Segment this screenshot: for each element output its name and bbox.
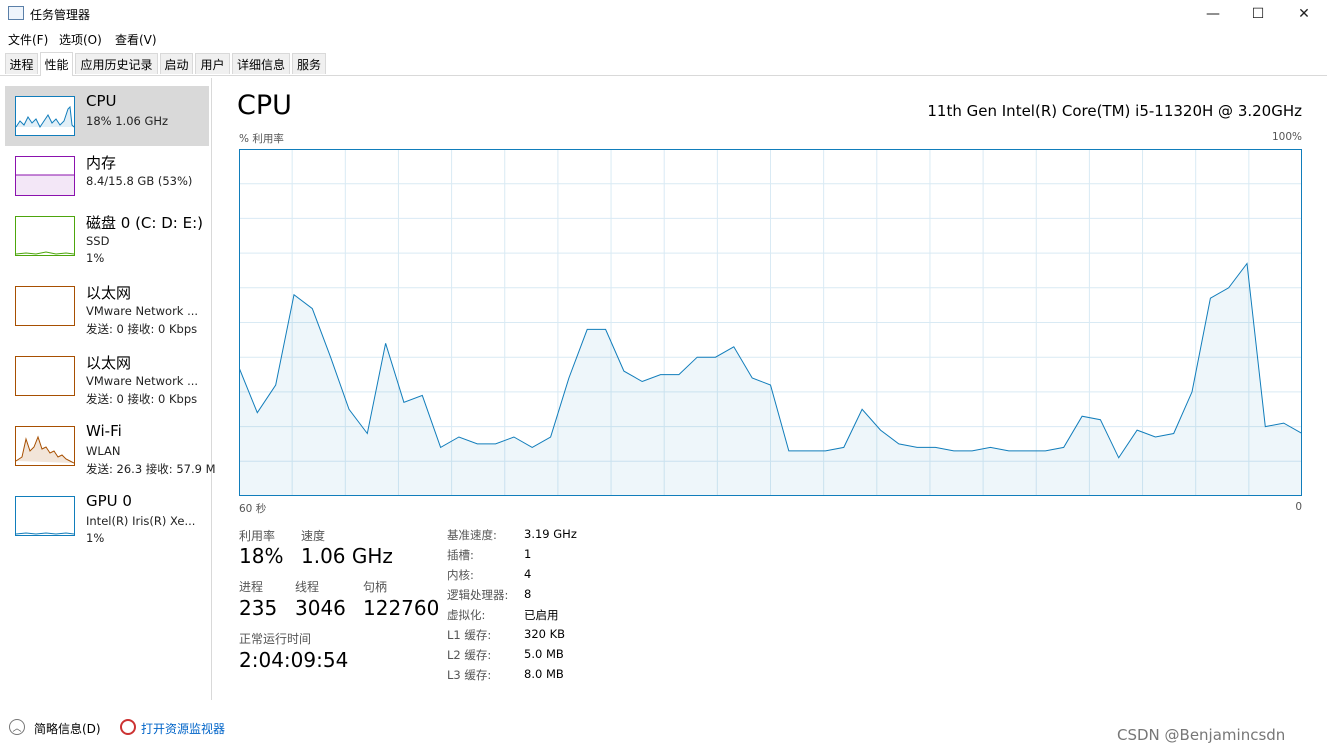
detail-label: 虚拟化:	[447, 608, 486, 622]
resource-title: 以太网	[86, 284, 132, 302]
resource-title: CPU	[86, 92, 117, 110]
tab-startup[interactable]: 启动	[160, 53, 193, 74]
minimize-button[interactable]: —	[1190, 0, 1236, 28]
resource-memory[interactable]: 内存 8.4/15.8 GB (53%)	[5, 146, 209, 206]
resource-title: Wi-Fi	[86, 422, 122, 440]
resource-detail: 18% 1.06 GHz	[86, 114, 169, 128]
tab-services[interactable]: 服务	[292, 53, 326, 74]
resource-gpu[interactable]: GPU 0 Intel(R) Iris(R) Xe... 1%	[5, 486, 209, 546]
resource-detail: SSD	[86, 234, 110, 248]
resource-detail: 发送: 0 接收: 0 Kbps	[86, 392, 198, 406]
resource-detail: 发送: 26.3 接收: 57.9 M	[86, 462, 216, 476]
detail-label: L3 缓存:	[447, 668, 492, 682]
utilization-label: 利用率	[239, 529, 276, 543]
processes-label: 进程	[239, 580, 264, 594]
close-button[interactable]: ✕	[1281, 0, 1327, 28]
watermark: CSDN @Benjamincsdn	[1117, 726, 1286, 744]
processes-value: 235	[239, 596, 278, 620]
resource-detail: 发送: 0 接收: 0 Kbps	[86, 322, 198, 336]
uptime-value: 2:04:09:54	[239, 648, 349, 672]
detail-value: 8	[524, 587, 532, 601]
graph-time-start: 60 秒	[239, 503, 267, 515]
resource-detail: WLAN	[86, 444, 121, 458]
tab-processes[interactable]: 进程	[5, 53, 38, 74]
utilization-max-label: 100%	[1271, 131, 1302, 143]
speed-value: 1.06 GHz	[301, 544, 393, 568]
open-resource-monitor-link[interactable]: 打开资源监视器	[141, 720, 225, 737]
detail-value: 已启用	[524, 608, 559, 622]
window-title: 任务管理器	[30, 8, 91, 22]
title-bar	[0, 0, 1327, 28]
resource-detail: Intel(R) Iris(R) Xe...	[86, 514, 196, 528]
tab-details[interactable]: 详细信息	[232, 53, 290, 74]
utilization-axis-label: % 利用率	[239, 133, 284, 145]
fewer-details-button[interactable]: 简略信息(D)	[34, 720, 101, 737]
resource-title: 磁盘 0 (C: D: E:)	[86, 214, 203, 232]
menu-options[interactable]: 选项(O)	[59, 31, 102, 48]
graph-time-end: 0	[1295, 501, 1302, 513]
resource-ethernet-1[interactable]: 以太网 VMware Network ... 发送: 0 接收: 0 Kbps	[5, 276, 209, 336]
detail-value: 5.0 MB	[524, 647, 564, 661]
resource-ethernet-2[interactable]: 以太网 VMware Network ... 发送: 0 接收: 0 Kbps	[5, 346, 209, 406]
detail-value: 4	[524, 567, 532, 581]
utilization-value: 18%	[239, 544, 284, 568]
handles-value: 122760	[363, 596, 440, 620]
detail-label: 基准速度:	[447, 528, 497, 542]
detail-label: 内核:	[447, 568, 474, 582]
task-manager-icon	[8, 6, 24, 20]
handles-label: 句柄	[363, 580, 388, 594]
menu-view[interactable]: 查看(V)	[115, 31, 157, 48]
tab-performance[interactable]: 性能	[40, 52, 73, 76]
resource-wifi[interactable]: Wi-Fi WLAN 发送: 26.3 接收: 57.9 M	[5, 416, 216, 476]
resource-detail: VMware Network ...	[86, 374, 199, 388]
resource-title: 内存	[86, 154, 117, 172]
resource-detail: 8.4/15.8 GB (53%)	[86, 174, 193, 188]
resource-cpu[interactable]: CPU 18% 1.06 GHz	[5, 86, 209, 146]
detail-label: L2 缓存:	[447, 648, 492, 662]
gpu-thumbnail	[15, 496, 75, 536]
detail-value: 1	[524, 547, 532, 561]
resource-detail: VMware Network ...	[86, 304, 199, 318]
cpu-thumbnail	[15, 96, 75, 136]
disk-thumbnail	[15, 216, 75, 256]
cpu-model-name: 11th Gen Intel(R) Core(TM) i5-11320H @ 3…	[927, 102, 1302, 120]
menu-file[interactable]: 文件(F)	[8, 31, 48, 48]
detail-value: 320 KB	[524, 627, 566, 641]
threads-label: 线程	[295, 580, 320, 594]
threads-value: 3046	[295, 596, 346, 620]
resource-title: 以太网	[86, 354, 132, 372]
page-title: CPU	[237, 90, 292, 121]
detail-value: 3.19 GHz	[524, 527, 577, 541]
resource-disk[interactable]: 磁盘 0 (C: D: E:) SSD 1%	[5, 206, 209, 266]
uptime-label: 正常运行时间	[239, 632, 312, 646]
memory-thumbnail	[15, 156, 75, 196]
resource-title: GPU 0	[86, 492, 132, 510]
speed-label: 速度	[301, 529, 326, 543]
resource-monitor-icon	[120, 719, 136, 735]
ethernet-thumbnail	[15, 286, 75, 326]
detail-label: 逻辑处理器:	[447, 588, 509, 602]
ethernet-thumbnail	[15, 356, 75, 396]
resource-detail: 1%	[86, 531, 105, 545]
tab-users[interactable]: 用户	[195, 53, 230, 74]
tab-app-history[interactable]: 应用历史记录	[75, 53, 158, 74]
chevron-up-icon[interactable]: ︿	[9, 719, 25, 735]
detail-label: 插槽:	[447, 548, 474, 562]
detail-value: 8.0 MB	[524, 667, 564, 681]
resource-detail: 1%	[86, 251, 105, 265]
maximize-button[interactable]: ☐	[1235, 0, 1281, 28]
detail-label: L1 缓存:	[447, 628, 492, 642]
wifi-thumbnail	[15, 426, 75, 466]
cpu-utilization-graph	[239, 149, 1302, 496]
